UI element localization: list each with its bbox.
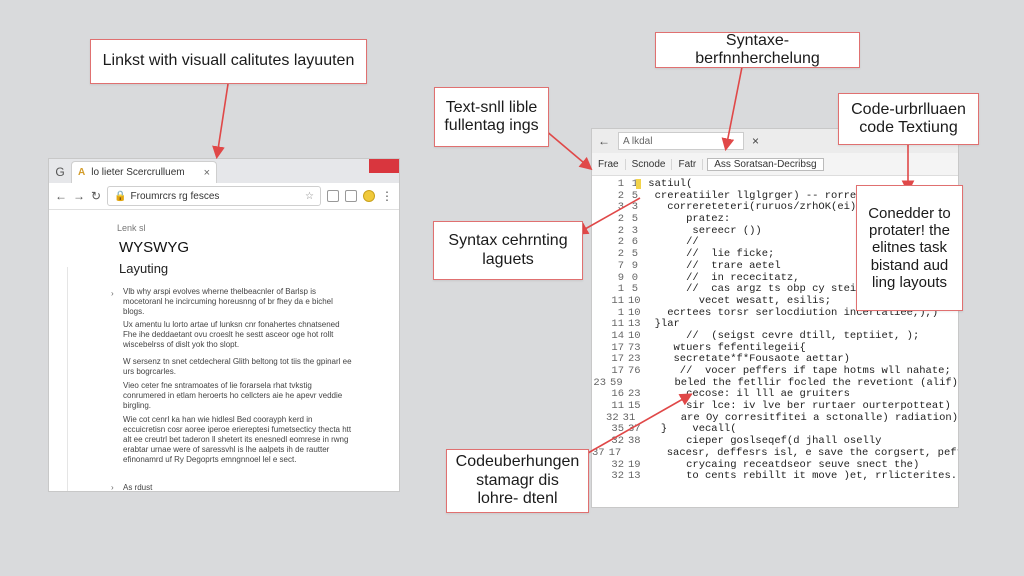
browser-window: G A lo lieter Scercrulluem × ← → ↻ 🔒 Fro…: [48, 158, 400, 492]
line-marker: 10: [628, 294, 641, 307]
callout-box: Text-snll lible fullentag ings: [434, 87, 549, 147]
code-text: // trare aetel: [642, 259, 781, 272]
menu-dots-icon[interactable]: ⋮: [381, 189, 393, 203]
extension-icon[interactable]: [327, 190, 339, 202]
paragraph: W sersenz tn snet cetdecheral Glith belt…: [123, 357, 352, 376]
line-number: 1: [617, 178, 624, 190]
back-arrow-icon[interactable]: ←: [598, 134, 610, 148]
breadcrumb: Lenk sl: [117, 223, 146, 233]
code-line[interactable]: 14 10 // (seigst cevre dtill, teptiiet, )…: [592, 329, 958, 343]
callout-box: Syntaxe-berfnnherchelung: [655, 32, 860, 68]
callout-box: Syntax cehrnting laguets: [433, 221, 583, 280]
line-marker: 10: [628, 329, 641, 342]
document-body: Lenk sl WYSWYG Layuting › Vlb why arspi …: [67, 217, 385, 491]
line-number: 11: [611, 400, 624, 413]
editor-search-input[interactable]: A lkdal: [618, 132, 744, 150]
close-icon[interactable]: ×: [752, 134, 759, 148]
address-bar[interactable]: 🔒 Froumrcrs rg fesces ☆: [107, 186, 321, 206]
lock-icon: 🔒: [114, 190, 127, 202]
tab-close-icon[interactable]: ×: [204, 167, 210, 179]
editor-menu-bar: Frae Scnode Fatr Ass Soratsan-Decribsg: [592, 153, 958, 176]
callout-box: Linkst with visuall calitutes layuuten: [90, 39, 367, 84]
line-marker: 76: [628, 365, 641, 377]
browser-tab-bar: G A lo lieter Scercrulluem ×: [49, 159, 399, 183]
code-line[interactable]: 32 13 to cents rebillt it move )et, rrlic…: [592, 470, 958, 483]
code-text: sacesr, deffesrs isl, e save the corgser…: [622, 446, 959, 459]
paragraph: Wie cot cenrl ka han wie hidlesl Bed coo…: [123, 415, 352, 464]
code-line[interactable]: 17 76 // vocer peffers if tape hotms wll …: [592, 365, 958, 378]
line-marker: 5: [631, 213, 638, 226]
forward-arrow-icon[interactable]: →: [73, 189, 85, 203]
bookmark-icon: [636, 179, 641, 189]
callout-box: Code-urbrlluaen code Textiung: [838, 93, 979, 145]
line-number: 14: [611, 329, 624, 342]
paragraph: Vieo ceter fne sntramoates of lie forars…: [123, 381, 343, 410]
callout-box: Conedder to protater! the elitnes task b…: [856, 185, 963, 311]
window-close-button[interactable]: [369, 159, 399, 173]
profile-avatar-icon[interactable]: [363, 190, 375, 202]
code-text: to cents rebillt it move )et, rrlicterit…: [642, 470, 958, 483]
line-number: 17: [611, 365, 624, 377]
line-marker: 13: [628, 470, 641, 483]
arrow: [544, 129, 593, 171]
callout-box: Codeuberhungen stamagr dis lohre- dtenl: [446, 449, 589, 513]
paragraph: Ux amentu lu lorto artae uf lunksn cnr f…: [123, 320, 340, 349]
code-text: pratez:: [642, 213, 731, 226]
tab-title: lo lieter Scercrulluem: [91, 167, 185, 178]
browser-menu-icon[interactable]: G: [49, 161, 71, 183]
menu-item[interactable]: Scnode: [626, 158, 673, 170]
code-line[interactable]: 11 15 sir lce: iv lve ber rurtaer ourterp…: [592, 400, 958, 413]
line-number: 7: [617, 259, 624, 272]
reload-icon[interactable]: ↻: [91, 189, 101, 203]
code-text: // vocer peffers if tape hotms wll nahat…: [642, 365, 951, 377]
paragraph: As rdust: [123, 483, 153, 492]
tab-favicon-icon: A: [78, 167, 86, 178]
paragraph: Vlb why arspi evolves wherne thelbeacnle…: [123, 287, 333, 316]
bullet-icon: ›: [111, 289, 114, 298]
line-marker: 9: [631, 259, 638, 272]
star-icon[interactable]: ☆: [305, 191, 314, 202]
menu-item[interactable]: Frae: [592, 158, 626, 170]
page-subtitle: Layuting: [119, 261, 169, 276]
line-marker: 17: [608, 446, 622, 459]
menu-item[interactable]: Fatr: [672, 158, 704, 170]
browser-tab[interactable]: A lo lieter Scercrulluem ×: [71, 161, 217, 183]
line-marker: 15: [628, 400, 641, 413]
line-number: 2: [617, 213, 624, 226]
code-text: satiul(: [642, 178, 693, 190]
line-number: 11: [611, 294, 624, 307]
tab-active[interactable]: Ass Soratsan-Decribsg: [707, 157, 824, 171]
code-text: vecet wesatt, esilis;: [642, 294, 832, 307]
page-title: WYSWYG: [119, 239, 189, 256]
extension-icon[interactable]: [345, 190, 357, 202]
bullet-icon: ›: [111, 483, 114, 492]
line-number: 23: [593, 376, 607, 389]
back-arrow-icon[interactable]: ←: [55, 189, 67, 203]
code-text: // (seigst cevre dtill, teptiiet, );: [642, 329, 920, 342]
line-number: 32: [611, 470, 624, 483]
sidebar-divider: [67, 267, 68, 491]
arrow: [212, 83, 229, 160]
address-text: Froumrcrs rg fesces: [130, 190, 220, 202]
code-text: sir lce: iv lve ber rurtaer ourterpottea…: [642, 400, 951, 413]
line-number: 37: [592, 446, 605, 459]
browser-nav-bar: ← → ↻ 🔒 Froumrcrs rg fesces ☆ ⋮: [49, 183, 399, 210]
code-line[interactable]: 37 17 sacesr, deffesrs isl, e save the co…: [592, 446, 959, 460]
